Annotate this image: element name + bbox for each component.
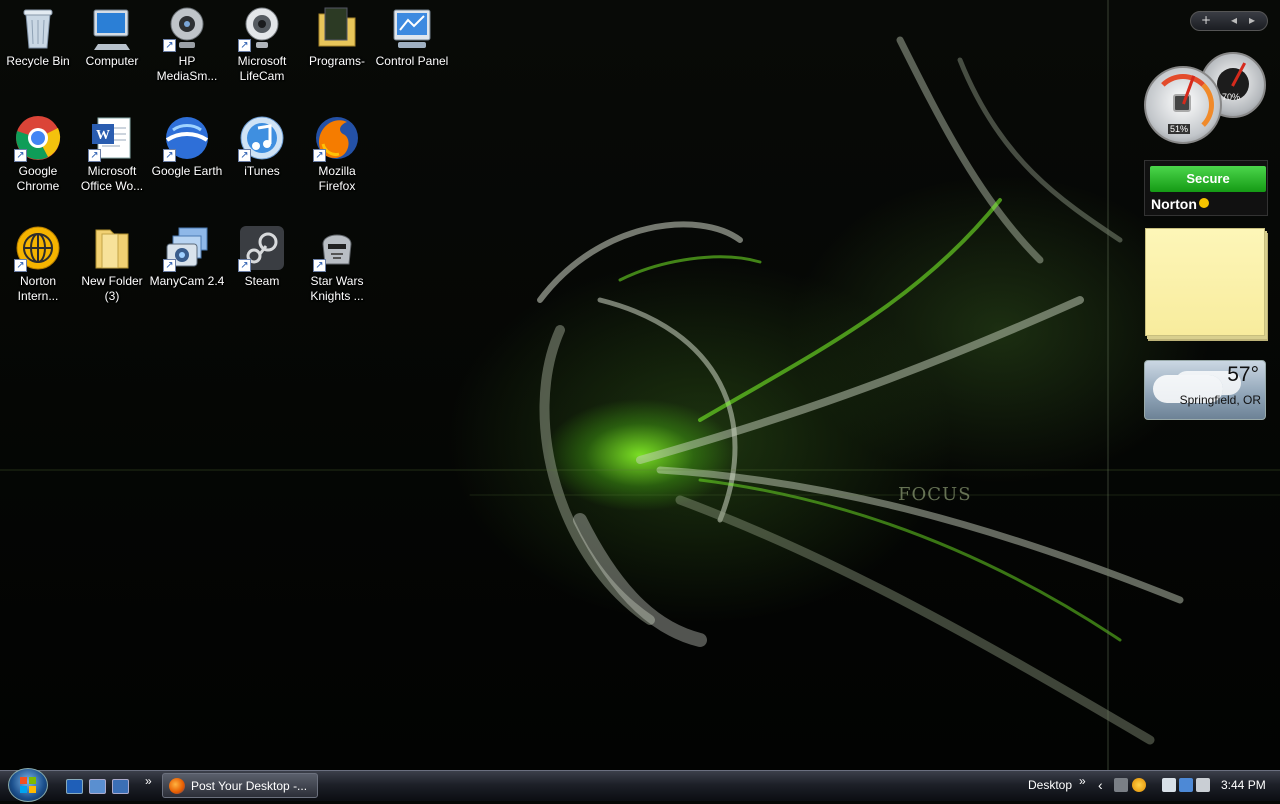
icon-label: Star Wars Knights ... — [310, 274, 364, 303]
weather-gadget[interactable]: 57° Springfield, OR — [1144, 360, 1266, 420]
icon-label: ManyCam 2.4 — [149, 274, 225, 288]
tray-expand-chevron[interactable]: ‹ — [1098, 777, 1103, 793]
desktop-icon-new-folder-3[interactable]: New Folder (3) — [74, 220, 150, 304]
wallpaper-focus-text: FOCUS — [898, 484, 972, 505]
volume-icon[interactable] — [1196, 778, 1210, 792]
icon-label: Microsoft LifeCam — [237, 54, 287, 83]
desktop-icon-star-wars-knights[interactable]: ↗ Star Wars Knights ... — [299, 220, 375, 304]
recycle-bin-icon — [14, 4, 62, 52]
quick-launch-window-icon[interactable] — [89, 779, 106, 794]
icon-label: Microsoft Office Wo... — [80, 164, 144, 193]
norton-check-icon — [1199, 198, 1209, 208]
folder-icon — [313, 4, 361, 52]
shortcut-arrow-icon: ↗ — [313, 149, 326, 162]
shortcut-arrow-icon: ↗ — [313, 259, 326, 272]
desktop-icon-google-chrome[interactable]: ↗ Google Chrome — [0, 110, 76, 194]
norton-icon: ↗ — [14, 224, 62, 272]
webcam-icon: ↗ — [238, 4, 286, 52]
folder-icon — [88, 224, 136, 272]
cpu-percent: 51% — [1168, 124, 1191, 134]
star-wars-icon: ↗ — [313, 224, 361, 272]
shortcut-arrow-icon: ↗ — [14, 259, 27, 272]
shortcut-arrow-icon: ↗ — [14, 149, 27, 162]
icon-label: Mozilla Firefox — [318, 164, 356, 193]
google-earth-icon: ↗ — [163, 114, 211, 162]
norton-secure-button[interactable]: Secure — [1150, 166, 1266, 192]
desktop-icon-mozilla-firefox[interactable]: ↗ Mozilla Firefox — [299, 110, 375, 194]
icon-label: HP MediaSm... — [156, 54, 218, 83]
control-panel-icon — [388, 4, 436, 52]
icon-label: iTunes — [244, 164, 280, 178]
desktop-icon-control-panel[interactable]: Control Panel — [374, 0, 450, 69]
add-gadget-button[interactable]: + — [1201, 13, 1211, 27]
steam-icon: ↗ — [238, 224, 286, 272]
desktop-icon-programs[interactable]: Programs- — [299, 0, 375, 69]
notes-gadget[interactable] — [1145, 228, 1265, 336]
desktop-icon-steam[interactable]: ↗ Steam — [224, 220, 300, 289]
desktop-toolbar-more-chevron[interactable]: » — [1079, 774, 1086, 788]
shortcut-arrow-icon: ↗ — [88, 149, 101, 162]
shortcut-arrow-icon: ↗ — [163, 149, 176, 162]
shortcut-arrow-icon: ↗ — [238, 39, 251, 52]
firefox-icon: ↗ — [313, 114, 361, 162]
switch-windows-icon[interactable] — [112, 779, 129, 794]
manycam-icon: ↗ — [163, 224, 211, 272]
shortcut-arrow-icon: ↗ — [163, 39, 176, 52]
icon-label: Recycle Bin — [6, 54, 70, 68]
weather-location: Springfield, OR — [1179, 393, 1261, 407]
icon-label: Google Earth — [151, 164, 223, 178]
desktop-icon-microsoft-word[interactable]: W ↗ Microsoft Office Wo... — [74, 110, 150, 194]
clock[interactable]: 3:44 PM — [1221, 778, 1266, 792]
taskbar-window-title: Post Your Desktop -... — [191, 779, 308, 793]
icon-label: New Folder (3) — [81, 274, 143, 303]
desktop-icon-itunes[interactable]: ↗ iTunes — [224, 110, 300, 179]
desktop-icon-manycam[interactable]: ↗ ManyCam 2.4 — [149, 220, 225, 289]
webcam-icon: ↗ — [163, 4, 211, 52]
desktop-icon-microsoft-lifecam[interactable]: ↗ Microsoft LifeCam — [224, 0, 300, 84]
network-icon[interactable] — [1179, 778, 1193, 792]
show-desktop-icon[interactable] — [66, 779, 83, 794]
next-gadget-button[interactable]: ▸ — [1249, 13, 1255, 27]
taskbar-window-firefox[interactable]: Post Your Desktop -... — [162, 773, 318, 798]
icon-label: Norton Intern... — [17, 274, 59, 303]
weather-temperature: 57° — [1227, 363, 1259, 386]
desktop-icon-hp-mediasmart[interactable]: ↗ HP MediaSm... — [149, 0, 225, 84]
prev-gadget-button[interactable]: ◂ — [1231, 13, 1237, 27]
norton-gadget: Secure Norton — [1144, 160, 1268, 216]
desktop-icon-google-earth[interactable]: ↗ Google Earth — [149, 110, 225, 179]
icon-label: Steam — [244, 274, 280, 288]
desktop-icon-recycle-bin[interactable]: Recycle Bin — [0, 0, 76, 69]
desktop-toolbar-label[interactable]: Desktop — [1028, 778, 1072, 792]
icon-label: Control Panel — [375, 54, 449, 68]
quick-launch-more-chevron[interactable]: » — [145, 774, 152, 788]
norton-tray-icon[interactable] — [1132, 778, 1146, 792]
computer-icon — [88, 4, 136, 52]
windows-logo-icon — [20, 777, 36, 793]
itunes-icon: ↗ — [238, 114, 286, 162]
icon-label: Google Chrome — [16, 164, 60, 193]
icon-label: Computer — [85, 54, 139, 68]
word-icon: W ↗ — [88, 114, 136, 162]
start-button[interactable] — [8, 768, 48, 802]
taskbar: » Post Your Desktop -... Desktop » ‹ 3:4… — [0, 768, 1280, 802]
svg-text:W: W — [96, 128, 110, 143]
norton-brand: Norton — [1151, 196, 1197, 212]
memory-percent: 70% — [1222, 92, 1241, 102]
desktop-icon-norton-internet[interactable]: ↗ Norton Intern... — [0, 220, 76, 304]
chrome-icon: ↗ — [14, 114, 62, 162]
safely-remove-hardware-icon[interactable] — [1162, 778, 1176, 792]
shortcut-arrow-icon: ↗ — [163, 259, 176, 272]
shortcut-arrow-icon: ↗ — [238, 149, 251, 162]
steam-tray-icon[interactable] — [1114, 778, 1128, 792]
cpu-gauge: 51% — [1144, 66, 1222, 144]
shortcut-arrow-icon: ↗ — [238, 259, 251, 272]
icon-label: Programs- — [308, 54, 365, 68]
sidebar-controls: + ◂ ▸ — [1190, 11, 1268, 31]
desktop-icon-computer[interactable]: Computer — [74, 0, 150, 69]
firefox-icon — [169, 778, 185, 794]
